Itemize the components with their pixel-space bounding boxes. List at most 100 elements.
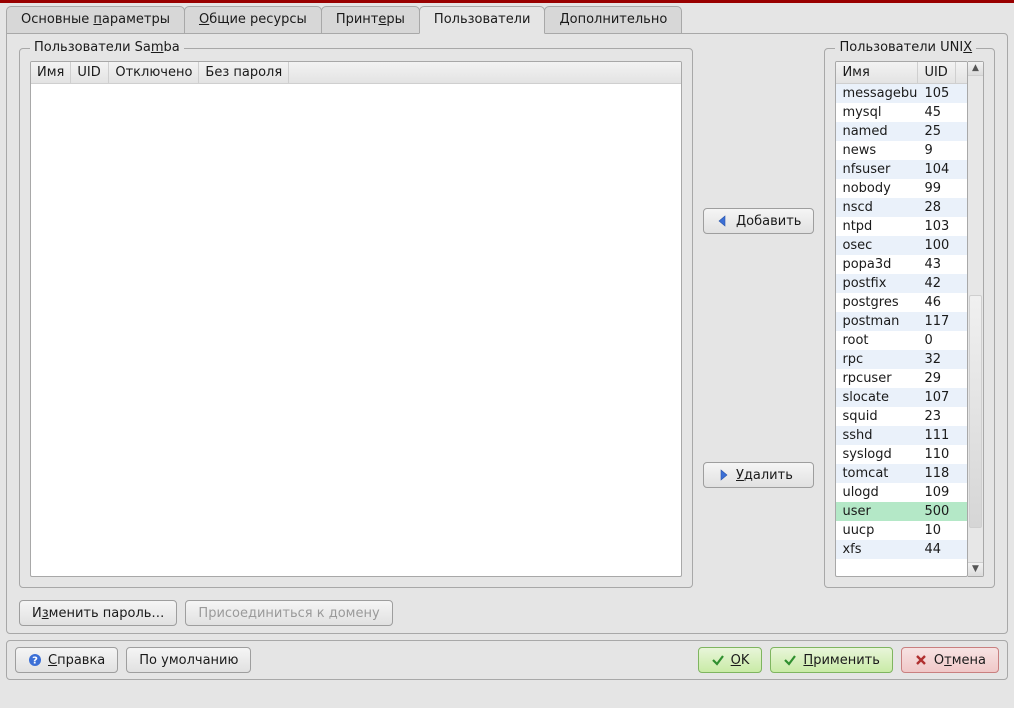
samba-list-body[interactable] [31, 84, 681, 576]
scroll-up-button[interactable]: ▲ [968, 62, 983, 76]
defaults-button[interactable]: По умолчанию [126, 647, 251, 673]
unix-row-name: popa3d [836, 255, 918, 274]
samba-list-header: Имя UID Отключено Без пароля [31, 62, 681, 84]
samba-users-group: Пользователи Samba Имя UID Отключено Без… [19, 48, 693, 588]
table-row[interactable]: messagebus105 [836, 84, 967, 103]
unix-row-name: postgres [836, 293, 918, 312]
unix-row-name: mysql [836, 103, 918, 122]
table-row[interactable]: uucp10 [836, 521, 967, 540]
table-row[interactable]: tomcat118 [836, 464, 967, 483]
tab-advanced[interactable]: Дополнительно [544, 6, 682, 34]
unix-row-name: sshd [836, 426, 918, 445]
tab-users[interactable]: Пользователи [419, 6, 546, 34]
unix-row-uid: 32 [918, 350, 956, 369]
table-row[interactable]: sshd111 [836, 426, 967, 445]
window: Основные параметры Общие ресурсы Принтер… [0, 3, 1014, 686]
help-button[interactable]: ? Справка [15, 647, 118, 673]
table-row[interactable]: postfix42 [836, 274, 967, 293]
table-row[interactable]: xfs44 [836, 540, 967, 559]
unix-row-uid: 28 [918, 198, 956, 217]
table-row[interactable]: popa3d43 [836, 255, 967, 274]
table-row[interactable]: nscd28 [836, 198, 967, 217]
defaults-label: По умолчанию [139, 653, 238, 668]
unix-row-name: named [836, 122, 918, 141]
unix-row-uid: 46 [918, 293, 956, 312]
table-row[interactable]: ntpd103 [836, 217, 967, 236]
unix-row-name: nfsuser [836, 160, 918, 179]
chevron-up-icon: ▲ [972, 64, 979, 73]
unix-row-name: postman [836, 312, 918, 331]
table-row[interactable]: nfsuser104 [836, 160, 967, 179]
scroll-down-button[interactable]: ▼ [968, 562, 983, 576]
unix-row-uid: 99 [918, 179, 956, 198]
samba-col-disabled[interactable]: Отключено [109, 62, 199, 83]
unix-row-uid: 104 [918, 160, 956, 179]
table-row[interactable]: rpcuser29 [836, 369, 967, 388]
unix-row-uid: 107 [918, 388, 956, 407]
unix-row-name: slocate [836, 388, 918, 407]
unix-col-uid[interactable]: UID [918, 62, 956, 83]
unix-row-uid: 44 [918, 540, 956, 559]
unix-row-uid: 9 [918, 141, 956, 160]
unix-row-name: rpc [836, 350, 918, 369]
tab-shares[interactable]: Общие ресурсы [184, 6, 322, 34]
unix-list-wrap: Имя UID messagebus105mysql45named25news9… [835, 61, 984, 577]
table-row[interactable]: postgres46 [836, 293, 967, 312]
unix-col-name[interactable]: Имя [836, 62, 918, 83]
table-row[interactable]: mysql45 [836, 103, 967, 122]
add-button[interactable]: Добавить [703, 208, 814, 234]
tab-printers[interactable]: Принтеры [321, 6, 420, 34]
table-row[interactable]: news9 [836, 141, 967, 160]
table-row[interactable]: rpc32 [836, 350, 967, 369]
unix-row-uid: 23 [918, 407, 956, 426]
change-password-button[interactable]: Изменить пароль… [19, 600, 177, 626]
tab-pane: Пользователи Samba Имя UID Отключено Без… [6, 33, 1008, 634]
chevron-down-icon: ▼ [972, 565, 979, 574]
unix-row-name: xfs [836, 540, 918, 559]
table-row[interactable]: postman117 [836, 312, 967, 331]
join-domain-button: Присоединиться к домену [185, 600, 392, 626]
tab-users-label: Пользователи [434, 12, 531, 27]
bottom-right: OK Применить Отмена [698, 647, 999, 673]
cancel-button[interactable]: Отмена [901, 647, 999, 673]
table-row[interactable]: root0 [836, 331, 967, 350]
unix-list-header: Имя UID [836, 62, 967, 84]
table-row[interactable]: user500 [836, 502, 967, 521]
join-domain-label: Присоединиться к домену [198, 606, 379, 621]
samba-users-list[interactable]: Имя UID Отключено Без пароля [30, 61, 682, 577]
unix-row-name: nobody [836, 179, 918, 198]
unix-row-name: squid [836, 407, 918, 426]
unix-row-uid: 29 [918, 369, 956, 388]
add-button-label: Добавить [736, 214, 801, 229]
unix-users-list[interactable]: Имя UID messagebus105mysql45named25news9… [835, 61, 968, 577]
unix-row-name: news [836, 141, 918, 160]
unix-row-name: root [836, 331, 918, 350]
apply-button[interactable]: Применить [770, 647, 892, 673]
samba-col-nopass[interactable]: Без пароля [199, 62, 289, 83]
table-row[interactable]: ulogd109 [836, 483, 967, 502]
unix-row-uid: 109 [918, 483, 956, 502]
unix-row-name: syslogd [836, 445, 918, 464]
table-row[interactable]: named25 [836, 122, 967, 141]
table-row[interactable]: osec100 [836, 236, 967, 255]
unix-row-name: osec [836, 236, 918, 255]
ok-button[interactable]: OK [698, 647, 763, 673]
scroll-track[interactable] [968, 76, 983, 562]
unix-row-uid: 0 [918, 331, 956, 350]
unix-row-uid: 10 [918, 521, 956, 540]
table-row[interactable]: nobody99 [836, 179, 967, 198]
unix-row-uid: 25 [918, 122, 956, 141]
svg-text:?: ? [32, 656, 38, 667]
table-row[interactable]: syslogd110 [836, 445, 967, 464]
tab-main-params[interactable]: Основные параметры [6, 6, 185, 34]
below-buttons: Изменить пароль… Присоединиться к домену [19, 600, 995, 626]
check-icon [783, 653, 797, 667]
unix-scrollbar[interactable]: ▲ ▼ [968, 61, 984, 577]
scroll-thumb[interactable] [969, 295, 982, 528]
unix-list-body[interactable]: messagebus105mysql45named25news9nfsuser1… [836, 84, 967, 576]
samba-col-name[interactable]: Имя [31, 62, 71, 83]
samba-col-uid[interactable]: UID [71, 62, 109, 83]
table-row[interactable]: slocate107 [836, 388, 967, 407]
table-row[interactable]: squid23 [836, 407, 967, 426]
delete-button[interactable]: Удалить [703, 462, 814, 488]
